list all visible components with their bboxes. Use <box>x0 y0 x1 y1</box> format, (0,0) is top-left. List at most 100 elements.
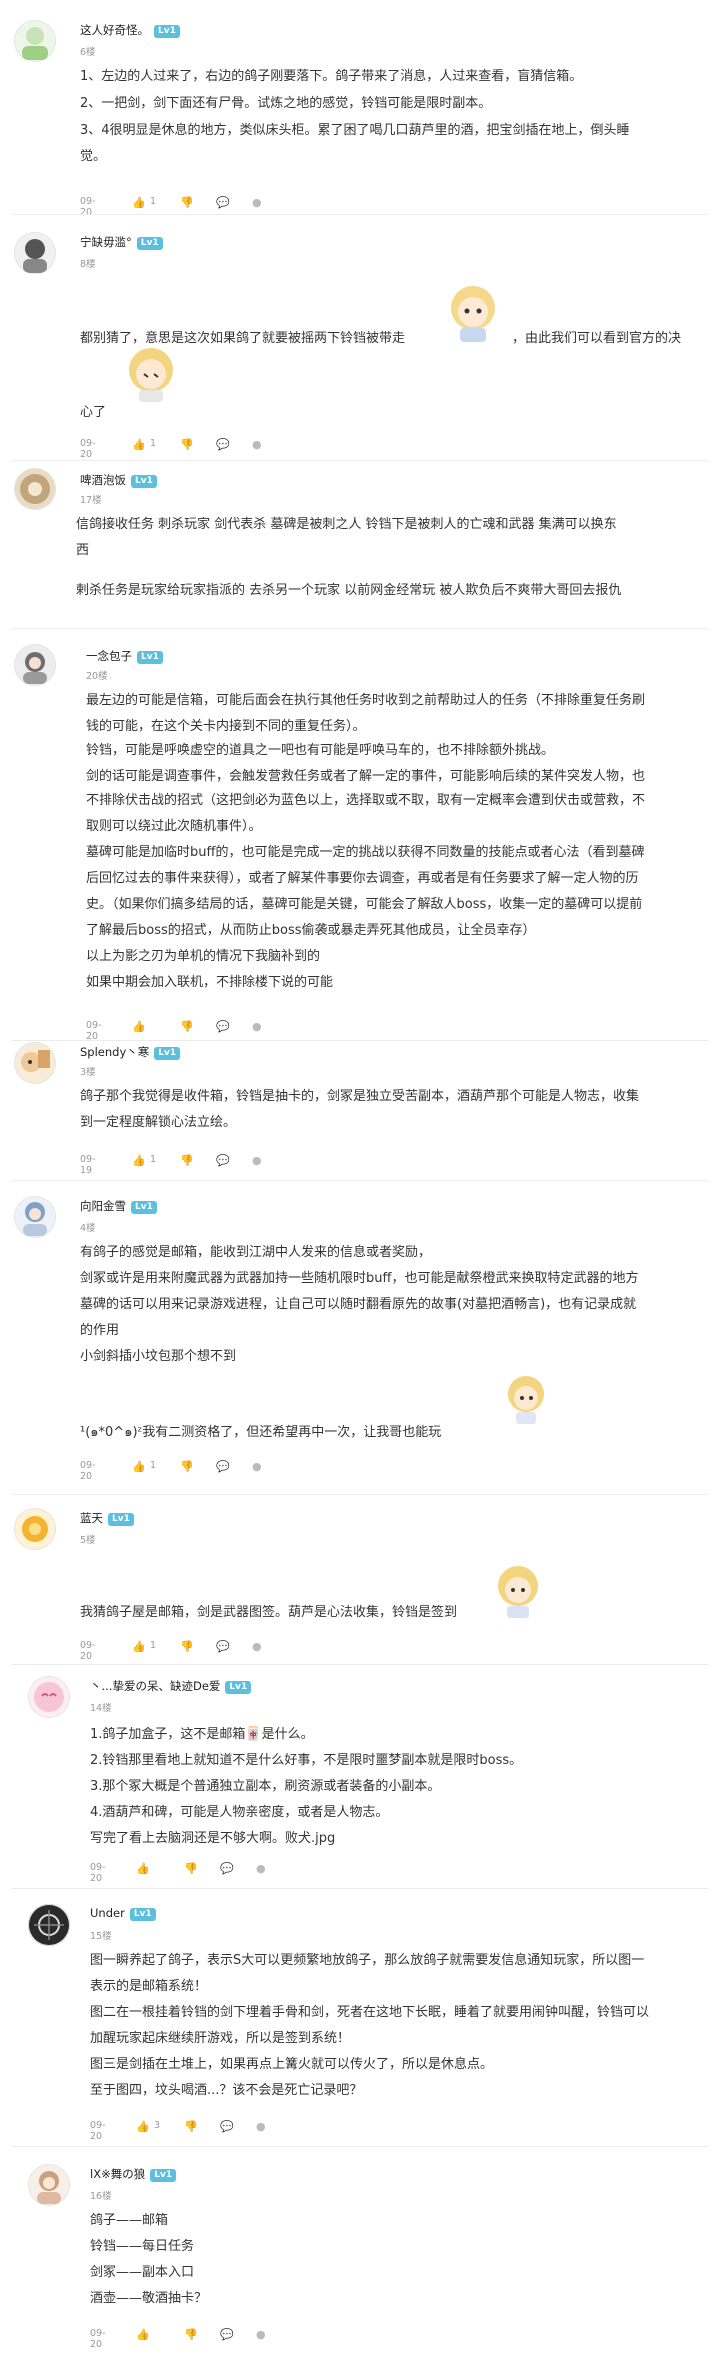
thumbs-up-icon[interactable]: 👍 <box>132 1020 146 1033</box>
username[interactable]: 啤酒泡饭 Lv1 <box>80 472 157 488</box>
comment-icon[interactable]: 💬 <box>216 1460 230 1473</box>
comment-line: 剑的话可能是调查事件，会触发营救任务或者了解一定的事件，可能影响后续的某件突发人… <box>86 769 646 784</box>
comment-line: 如果中期会加入联机，不排除楼下说的可能 <box>86 975 334 990</box>
level-badge: Lv1 <box>136 237 163 250</box>
comment-line: 铃铛——每日任务 <box>90 2239 195 2254</box>
comment-line: 西 <box>76 543 90 558</box>
comment-post: 丶...挚爱の呆、缺迹De爱 Lv1 14楼 1.鸽子加盒子，这不是邮箱🀄是什么。… <box>0 1664 720 1888</box>
like-count: 1 <box>150 1640 157 1651</box>
username-text: Splendy丶寒 <box>80 1045 150 1059</box>
thumbs-up-icon[interactable]: 👍 <box>132 1460 146 1473</box>
more-icon[interactable]: ● <box>256 2328 266 2341</box>
floor-number: 14楼 <box>90 1703 112 1714</box>
thumbs-down-icon[interactable]: 👎 <box>180 1460 194 1473</box>
username-text: 一念包子 <box>86 649 132 663</box>
more-icon[interactable]: ● <box>252 196 262 209</box>
username-text: 丶...挚爱の呆、缺迹De爱 <box>90 1679 221 1693</box>
avatar[interactable] <box>14 1042 56 1084</box>
comment-line: 图一瞬养起了鸽子，表示S大可以更频繁地放鸽子，那么放鸽子就需要发信息通知玩家，所… <box>90 1953 645 1968</box>
comment-icon[interactable]: 💬 <box>216 438 230 451</box>
comment-post: 蓝天 Lv1 5楼 我猜鸽子屋是邮箱，剑是武器图签。葫芦是心法收集，铃铛是签到 0… <box>0 1494 720 1664</box>
comment-line: 3.那个冢大概是个普通独立副本，刷资源或者装备的小副本。 <box>90 1779 441 1794</box>
thumbs-down-icon[interactable]: 👎 <box>180 1640 194 1653</box>
username[interactable]: Under Lv1 <box>90 1906 156 1921</box>
avatar[interactable] <box>14 1196 56 1238</box>
post-date: 09-20 <box>80 1640 96 1662</box>
avatar[interactable] <box>28 1676 70 1718</box>
comment-line: 至于图四，坟头喝酒...？该不会是死亡记录吧？ <box>90 2083 363 2098</box>
more-icon[interactable]: ● <box>256 1862 266 1875</box>
comment-icon[interactable]: 💬 <box>220 2328 234 2341</box>
avatar[interactable] <box>14 20 56 62</box>
username[interactable]: lX※舞の狼 Lv1 <box>90 2166 177 2182</box>
thumbs-up-icon[interactable]: 👍 <box>136 1862 150 1875</box>
thumbs-down-icon[interactable]: 👎 <box>184 1862 198 1875</box>
more-icon[interactable]: ● <box>252 1640 262 1653</box>
thumbs-down-icon[interactable]: 👎 <box>180 1154 194 1167</box>
username[interactable]: 宁缺毋滥° Lv1 <box>80 234 163 250</box>
comment-icon[interactable]: 💬 <box>220 2120 234 2133</box>
more-icon[interactable]: ● <box>256 2120 266 2133</box>
comment-icon[interactable]: 💬 <box>216 1020 230 1033</box>
username[interactable]: 蓝天 Lv1 <box>80 1510 134 1526</box>
floor-number: 15楼 <box>90 1931 112 1942</box>
comment-line: 墓碑的话可以用来记录游戏进程，让自己可以随时翻看原先的故事(对墓把酒畅言)，也有… <box>80 1297 637 1312</box>
comment-line: 钱的可能，在这个关卡内接到不同的重复任务）。 <box>86 719 366 734</box>
comment-post: 宁缺毋滥° Lv1 8楼 都别猜了，意思是这次如果鸽了就要被摇两下铃铛被带走 ，由… <box>0 214 720 460</box>
avatar[interactable] <box>28 1904 70 1946</box>
thumbs-up-icon[interactable]: 👍 <box>132 438 146 451</box>
thumbs-up-icon[interactable]: 👍 <box>136 2328 150 2341</box>
thumbs-down-icon[interactable]: 👎 <box>184 2120 198 2133</box>
comment-post: 这人好奇怪。 Lv1 6楼 1、左边的人过来了，右边的鸽子刚要落下。鸽子带来了消息… <box>0 0 720 218</box>
avatar[interactable] <box>14 468 56 510</box>
more-icon[interactable]: ● <box>252 438 262 451</box>
username-text: Under <box>90 1906 125 1920</box>
username[interactable]: 丶...挚爱の呆、缺迹De爱 Lv1 <box>90 1678 252 1694</box>
username[interactable]: 向阳金雪 Lv1 <box>80 1198 157 1214</box>
comment-post: 向阳金雪 Lv1 4楼 有鸽子的感觉是邮箱，能收到江湖中人发来的信息或者奖励， 剑… <box>0 1180 720 1494</box>
post-date: 09-20 <box>90 2328 106 2350</box>
comment-line: 鸽子——邮箱 <box>90 2213 169 2228</box>
thumbs-down-icon[interactable]: 👎 <box>184 2328 198 2341</box>
comment-line: 剑冢或许是用来附魔武器为武器加持一些随机限时buff，也可能是献祭橙武来换取特定… <box>80 1271 639 1286</box>
more-icon[interactable]: ● <box>252 1020 262 1033</box>
thumbs-down-icon[interactable]: 👎 <box>180 1020 194 1033</box>
comment-line: 2.铃铛那里看地上就知道不是什么好事，不是限时噩梦副本就是限时boss。 <box>90 1753 523 1768</box>
post-date: 09-20 <box>90 1862 106 1884</box>
post-date: 09-20 <box>86 1020 102 1042</box>
comment-post: Under Lv1 15楼 图一瞬养起了鸽子，表示S大可以更频繁地放鸽子，那么放鸽… <box>0 1888 720 2146</box>
more-icon[interactable]: ● <box>252 1460 262 1473</box>
comment-icon[interactable]: 💬 <box>216 1154 230 1167</box>
like-count: 1 <box>150 1460 157 1471</box>
more-icon[interactable]: ● <box>252 1154 262 1167</box>
comment-icon[interactable]: 💬 <box>216 196 230 209</box>
thumbs-down-icon[interactable]: 👎 <box>180 196 194 209</box>
floor-number: 4楼 <box>80 1223 96 1234</box>
sticker-image <box>129 348 173 402</box>
username[interactable]: Splendy丶寒 Lv1 <box>80 1044 181 1060</box>
thumbs-up-icon[interactable]: 👍 <box>132 196 146 209</box>
thumbs-down-icon[interactable]: 👎 <box>180 438 194 451</box>
username[interactable]: 这人好奇怪。 Lv1 <box>80 22 180 38</box>
comment-line: 图二在一根挂着铃铛的剑下埋着手骨和剑，死者在这地下长眠，睡着了就要用闹钟叫醒，铃… <box>90 2005 650 2020</box>
thumbs-up-icon[interactable]: 👍 <box>132 1154 146 1167</box>
comment-line: 不排除伏击战的招式（这把剑必为蓝色以上，选择取或不取，取有一定概率会遭到伏击或营… <box>86 793 646 808</box>
comment-line: 3、4很明显是休息的地方，类似床头柜。累了困了喝几口葫芦里的酒，把宝剑插在地上，… <box>80 123 630 138</box>
comment-line: 觉。 <box>80 149 107 164</box>
username[interactable]: 一念包子 Lv1 <box>86 648 163 664</box>
comment-icon[interactable]: 💬 <box>216 1640 230 1653</box>
avatar[interactable] <box>14 644 56 686</box>
comment-icon[interactable]: 💬 <box>220 1862 234 1875</box>
level-badge: Lv1 <box>154 25 180 38</box>
avatar[interactable] <box>14 1508 56 1550</box>
comment-post: Splendy丶寒 Lv1 3楼 鸽子那个我觉得是收件箱，铃铛是抽卡的，剑冢是独立… <box>0 1040 720 1180</box>
comment-line: 图三是剑插在土堆上，如果再点上篝火就可以传火了，所以是休息点。 <box>90 2057 494 2072</box>
comment-line: 墓碑可能是加临时buff的，也可能是完成一定的挑战以获得不同数量的技能点或者心法… <box>86 845 645 860</box>
thumbs-up-icon[interactable]: 👍 <box>136 2120 150 2133</box>
comment-line: 酒壶——敬酒抽卡？ <box>90 2291 208 2306</box>
username-text: 宁缺毋滥° <box>80 235 132 249</box>
avatar[interactable] <box>14 232 56 274</box>
thumbs-up-icon[interactable]: 👍 <box>132 1640 146 1653</box>
level-badge: Lv1 <box>108 1513 134 1526</box>
avatar[interactable] <box>28 2164 70 2206</box>
